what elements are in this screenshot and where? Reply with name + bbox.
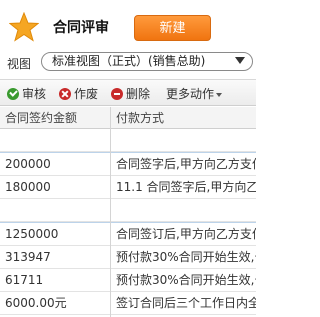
table-row[interactable]: 180000 11.1 合同签字后,甲方向乙方 <box>0 176 256 199</box>
minus-circle-icon <box>111 88 123 100</box>
amount-cell: 313947 <box>5 250 51 264</box>
payment-cell: 预付款30%合同开始生效,于 <box>116 273 256 287</box>
x-circle-icon <box>59 88 71 100</box>
amount-cell: 6000.00元 <box>5 296 67 310</box>
view-label: 视图 <box>7 57 32 71</box>
column-header-amount[interactable]: 合同签约金额 <box>0 107 111 129</box>
more-actions-button[interactable]: 更多动作 <box>166 85 223 102</box>
amount-cell: 180000 <box>5 180 51 194</box>
table-row[interactable]: 61711 预付款30%合同开始生效,于 <box>0 269 256 292</box>
star-icon <box>9 12 39 42</box>
view-select[interactable]: 标准视图（正式）(销售总助) <box>41 52 253 71</box>
amount-cell: 200000 <box>5 157 51 171</box>
table-row[interactable]: 1250000 合同签订后,甲方向乙方支付 <box>0 223 256 246</box>
table-row[interactable] <box>0 129 256 152</box>
approve-label: 审核 <box>22 87 47 101</box>
amount-cell <box>5 199 109 222</box>
payment-cell: 预付款30%合同开始生效,于 <box>116 250 256 264</box>
delete-label: 删除 <box>126 87 151 101</box>
column-header-payment[interactable]: 付款方式 <box>111 107 256 129</box>
page-title: 合同评审 <box>53 20 109 36</box>
table-row[interactable] <box>0 199 256 222</box>
amount-cell: 61711 <box>5 273 44 287</box>
chevron-down-icon <box>235 57 245 64</box>
check-circle-icon <box>7 88 19 100</box>
table-row[interactable]: 313947 预付款30%合同开始生效,于 <box>0 246 256 269</box>
payment-cell <box>116 129 256 152</box>
void-label: 作废 <box>74 87 99 101</box>
payment-cell: 合同签订后,甲方向乙方支付 <box>116 227 256 241</box>
amount-cell <box>5 129 109 152</box>
payment-cell: 签订合同后三个工作日内全 <box>116 296 256 310</box>
table-row[interactable]: 6000.00元 签订合同后三个工作日内全 <box>0 292 256 315</box>
more-actions-label: 更多动作 <box>166 87 215 101</box>
action-toolbar: 审核 作废 删除 更多动作 <box>0 79 256 106</box>
void-button[interactable]: 作废 <box>59 85 98 102</box>
delete-button[interactable]: 删除 <box>111 85 150 102</box>
column-divider <box>110 107 111 317</box>
payment-cell: 11.1 合同签字后,甲方向乙方 <box>116 180 256 194</box>
approve-button[interactable]: 审核 <box>7 85 46 102</box>
payment-cell: 合同签字后,甲方向乙方支付 <box>116 157 256 171</box>
caret-down-icon <box>216 93 223 97</box>
new-button[interactable]: 新建 <box>134 15 211 41</box>
table-row[interactable]: 200000 合同签字后,甲方向乙方支付 <box>0 153 256 176</box>
app-header: 合同评审 新建 <box>0 0 256 48</box>
payment-cell <box>116 199 256 222</box>
amount-cell: 1250000 <box>5 227 59 241</box>
view-select-value: 标准视图（正式）(销售总助) <box>52 54 206 68</box>
